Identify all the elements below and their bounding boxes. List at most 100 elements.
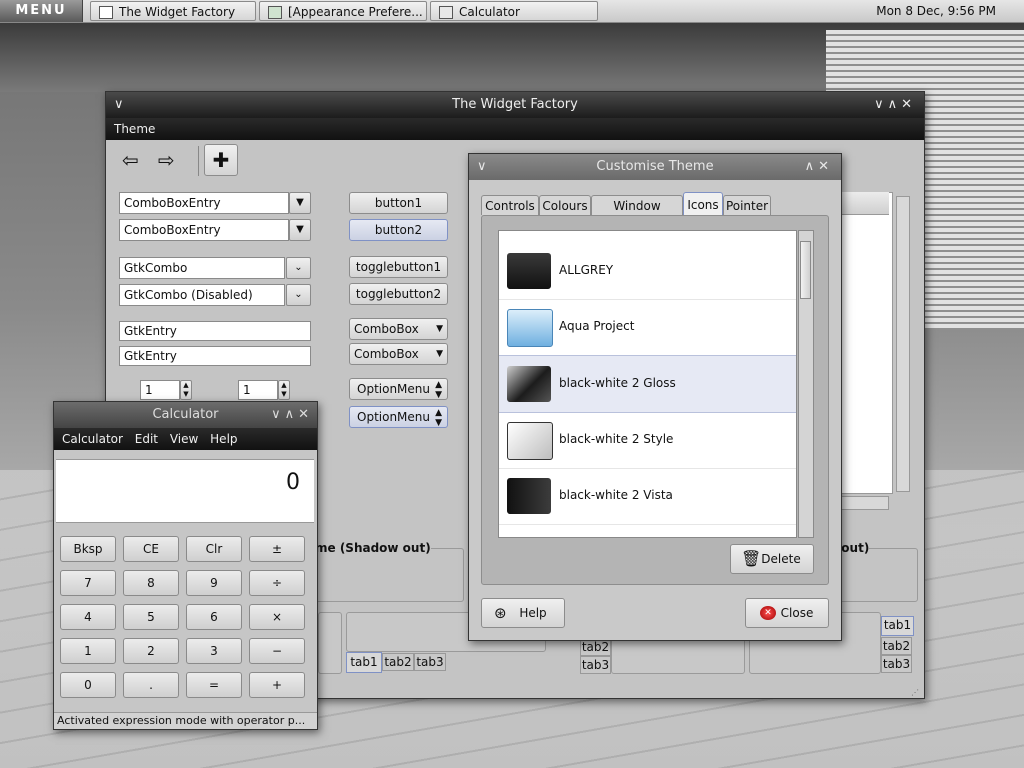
scrollbar[interactable] — [841, 496, 889, 510]
key-multiply[interactable]: × — [249, 604, 305, 630]
list-item[interactable]: black-white 2 Vista — [499, 468, 796, 525]
tab-controls[interactable]: Controls — [481, 195, 539, 215]
add-icon[interactable]: ✚ — [204, 144, 238, 176]
key-clear-entry[interactable]: CE — [123, 536, 179, 562]
close-button[interactable]: ✕ Close — [745, 598, 829, 628]
spin-arrows-icon[interactable]: ▲ ▼ — [180, 380, 192, 400]
clock[interactable]: Mon 8 Dec, 9:56 PM — [876, 0, 996, 22]
scrollbar[interactable] — [896, 196, 910, 492]
menu-button[interactable]: MENU — [0, 0, 83, 22]
column-header[interactable] — [841, 192, 889, 215]
key-7[interactable]: 7 — [60, 570, 116, 596]
key-5[interactable]: 5 — [123, 604, 179, 630]
icon-theme-list[interactable]: ALLGREY Aqua Project black-white 2 Gloss… — [498, 230, 797, 538]
scrollbar-thumb[interactable] — [800, 241, 811, 299]
text-view[interactable] — [841, 192, 893, 494]
frame-shadow-out: me (Shadow out) — [296, 541, 464, 602]
combobox[interactable]: ComboBox ▼ — [349, 318, 448, 340]
tab-pointer[interactable]: Pointer — [723, 195, 771, 215]
taskbar-item-label: [Appearance Prefere... — [288, 5, 423, 19]
tab-page-icons: ALLGREY Aqua Project black-white 2 Gloss… — [481, 215, 829, 585]
option-menu[interactable]: OptionMenu ▲ ▼ — [349, 406, 448, 428]
key-2[interactable]: 2 — [123, 638, 179, 664]
window-controls[interactable]: ∧✕ — [805, 154, 833, 180]
window-icon — [99, 6, 113, 19]
spin-button-value[interactable]: 1 — [140, 380, 180, 400]
chevron-down-icon[interactable]: ⌄ — [286, 257, 311, 279]
chevron-down-icon[interactable]: ▼ — [289, 219, 311, 241]
menubar: Calculator Edit View Help — [54, 428, 317, 450]
forward-arrow-icon[interactable]: ⇨ — [158, 148, 188, 172]
delete-button[interactable]: 🗑 Delete — [730, 544, 814, 574]
chevron-down-icon[interactable]: ▼ — [289, 192, 311, 214]
menubar: Theme — [106, 118, 924, 140]
window-menu-icon[interactable]: ∨ — [114, 92, 124, 118]
key-equals[interactable]: = — [186, 672, 242, 698]
dialog-titlebar[interactable]: ∨ Customise Theme ∧✕ — [469, 154, 841, 180]
button1[interactable]: button1 — [349, 192, 448, 214]
taskbar-item-calculator[interactable]: Calculator — [430, 1, 598, 21]
list-item-selected[interactable]: black-white 2 Gloss — [499, 355, 796, 413]
togglebutton1[interactable]: togglebutton1 — [349, 256, 448, 278]
option-menu-label: OptionMenu — [357, 410, 430, 424]
tab-tab2[interactable]: tab2 — [881, 637, 912, 655]
tab-window-border[interactable]: Window Border — [591, 195, 683, 233]
combobox[interactable]: ComboBox ▼ — [349, 343, 448, 365]
tab-tab1[interactable]: tab1 — [346, 652, 382, 673]
menu-theme[interactable]: Theme — [114, 122, 155, 136]
list-item[interactable]: Aqua Project — [499, 299, 796, 356]
option-menu[interactable]: OptionMenu ▲ ▼ — [349, 378, 448, 400]
gtk-entry[interactable]: GtkEntry — [119, 321, 311, 341]
scrollbar[interactable] — [798, 230, 814, 538]
help-lifebuoy-icon: ⊛ — [494, 604, 507, 622]
help-button[interactable]: ⊛ Help — [481, 598, 565, 628]
key-decimal[interactable]: . — [123, 672, 179, 698]
tab-colours[interactable]: Colours — [539, 195, 591, 215]
key-3[interactable]: 3 — [186, 638, 242, 664]
tab-tab2[interactable]: tab2 — [382, 653, 414, 671]
spin-arrows-icon[interactable]: ▲ ▼ — [278, 380, 290, 400]
button2[interactable]: button2 — [349, 219, 448, 241]
list-item[interactable]: black-white 2 Style — [499, 412, 796, 469]
combobox-entry[interactable]: ComboBoxEntry — [119, 192, 289, 214]
key-1[interactable]: 1 — [60, 638, 116, 664]
combobox-entry[interactable]: ComboBoxEntry — [119, 219, 289, 241]
togglebutton2[interactable]: togglebutton2 — [349, 283, 448, 305]
spin-button-value[interactable]: 1 — [238, 380, 278, 400]
menu-help[interactable]: Help — [210, 432, 237, 446]
window-menu-icon[interactable]: ∨ — [477, 154, 487, 180]
tab-tab3[interactable]: tab3 — [881, 655, 912, 673]
tab-icons[interactable]: Icons — [683, 192, 723, 216]
key-clear[interactable]: Clr — [186, 536, 242, 562]
key-add[interactable]: + — [249, 672, 305, 698]
key-divide[interactable]: ÷ — [249, 570, 305, 596]
icon-theme-name: ALLGREY — [559, 263, 614, 277]
menu-edit[interactable]: Edit — [135, 432, 158, 446]
back-arrow-icon[interactable]: ⇦ — [122, 148, 152, 172]
tab-tab1[interactable]: tab1 — [881, 616, 914, 636]
calculator-window: Calculator ∨∧✕ Calculator Edit View Help… — [53, 401, 318, 730]
window-titlebar[interactable]: Calculator ∨∧✕ — [54, 402, 317, 428]
calculator-display[interactable]: 0 — [56, 459, 314, 523]
gtkcombo-entry[interactable]: GtkCombo — [119, 257, 285, 279]
key-6[interactable]: 6 — [186, 604, 242, 630]
key-0[interactable]: 0 — [60, 672, 116, 698]
list-item[interactable]: ALLGREY — [499, 243, 796, 300]
menu-calculator[interactable]: Calculator — [62, 432, 123, 446]
window-titlebar[interactable]: ∨ The Widget Factory ∨∧✕ — [106, 92, 924, 118]
menu-view[interactable]: View — [170, 432, 198, 446]
key-backspace[interactable]: Bksp — [60, 536, 116, 562]
resize-grip-icon[interactable]: ⋰ — [911, 688, 921, 697]
key-subtract[interactable]: − — [249, 638, 305, 664]
gtk-entry[interactable]: GtkEntry — [119, 346, 311, 366]
window-controls[interactable]: ∨∧✕ — [271, 402, 313, 428]
window-controls[interactable]: ∨∧✕ — [874, 92, 916, 118]
tab-tab3[interactable]: tab3 — [414, 653, 446, 671]
tab-tab3[interactable]: tab3 — [580, 656, 611, 674]
taskbar-item-appearance[interactable]: [Appearance Prefere... — [259, 1, 427, 21]
key-4[interactable]: 4 — [60, 604, 116, 630]
taskbar-item-widget-factory[interactable]: The Widget Factory — [90, 1, 256, 21]
key-plus-minus[interactable]: ± — [249, 536, 305, 562]
key-9[interactable]: 9 — [186, 570, 242, 596]
key-8[interactable]: 8 — [123, 570, 179, 596]
